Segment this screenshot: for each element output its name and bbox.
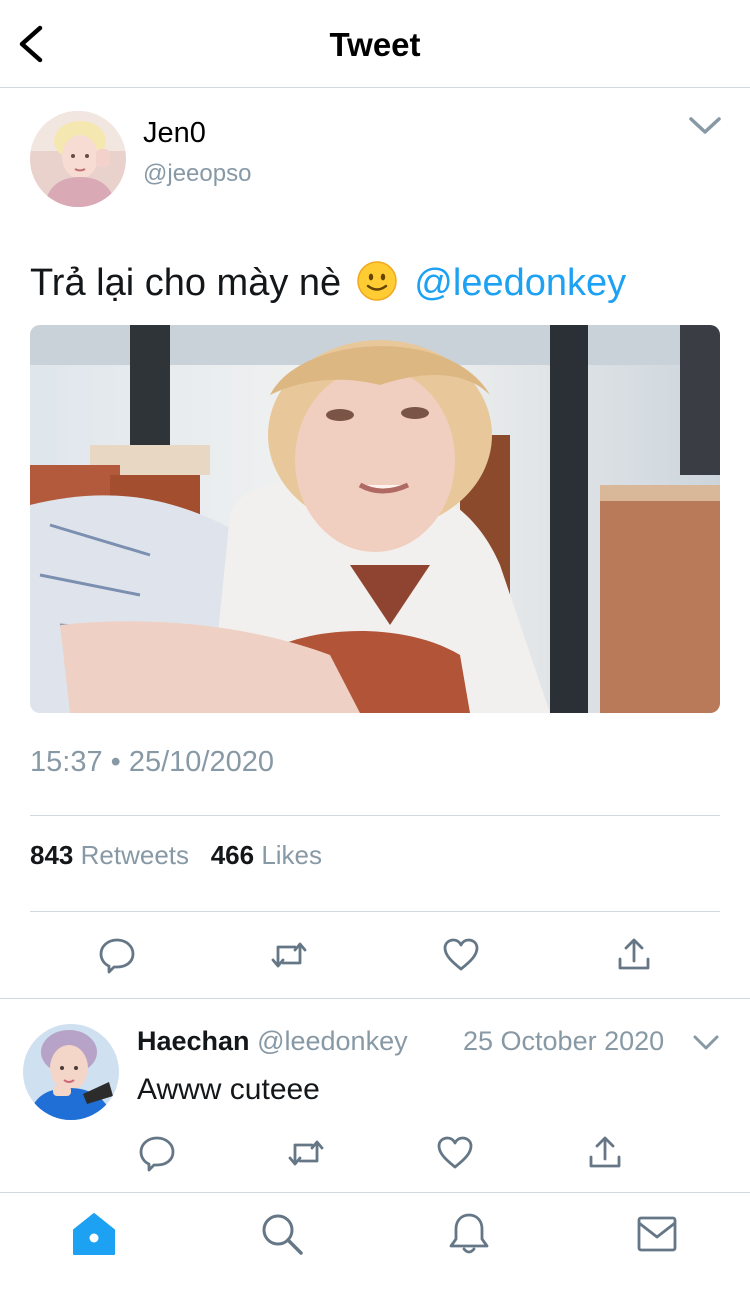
likes-label[interactable]: Likes [261,840,322,870]
top-nav-bar: Tweet [0,0,750,88]
reply-author-handle[interactable]: @leedonkey [257,1026,408,1056]
reply-text: Awww cuteee [137,1073,320,1106]
search-icon[interactable] [259,1211,305,1257]
reply-icon[interactable] [97,935,137,975]
mention-link[interactable]: @leedonkey [414,262,626,304]
like-heart-icon[interactable] [435,1133,475,1173]
slightly-smiling-face-icon [356,261,397,301]
reply-date: 25 October 2020 [463,1026,665,1056]
section-separator [0,998,750,999]
retweet-icon[interactable] [286,1133,326,1173]
reply-icon[interactable] [137,1133,177,1173]
author-name[interactable]: Jen0 [143,117,206,150]
tweet-timestamp: 15:37 • 25/10/2020 [30,746,274,778]
likes-count[interactable]: 466 [211,840,254,870]
reply-author-name[interactable]: Haechan [137,1026,250,1056]
tweet-stats: 843 Retweets 466 Likes [30,840,322,871]
author-avatar[interactable] [30,111,126,207]
share-icon[interactable] [614,935,654,975]
bottom-tab-bar [0,1192,750,1293]
messages-envelope-icon[interactable] [634,1211,680,1257]
reply-author-avatar[interactable] [23,1024,119,1120]
reply-header: Haechan @leedonkey [137,1026,408,1057]
page-title: Tweet [329,26,421,63]
retweets-count[interactable]: 843 [30,840,73,870]
home-icon[interactable] [71,1211,117,1257]
chevron-down-icon[interactable] [688,114,722,138]
like-heart-icon[interactable] [441,935,481,975]
tweet-body: Trả lại cho mày nè [30,262,342,304]
retweets-label[interactable]: Retweets [81,840,189,870]
tweet-photo[interactable] [30,325,720,713]
notifications-bell-icon[interactable] [446,1211,492,1257]
retweet-icon[interactable] [269,935,309,975]
divider [30,911,720,912]
chevron-down-icon[interactable] [692,1033,720,1053]
divider [30,815,720,816]
share-icon[interactable] [585,1133,625,1173]
tweet-text: Trả lại cho mày nè @leedonkey [30,260,626,305]
author-handle[interactable]: @jeeopso [143,160,251,188]
